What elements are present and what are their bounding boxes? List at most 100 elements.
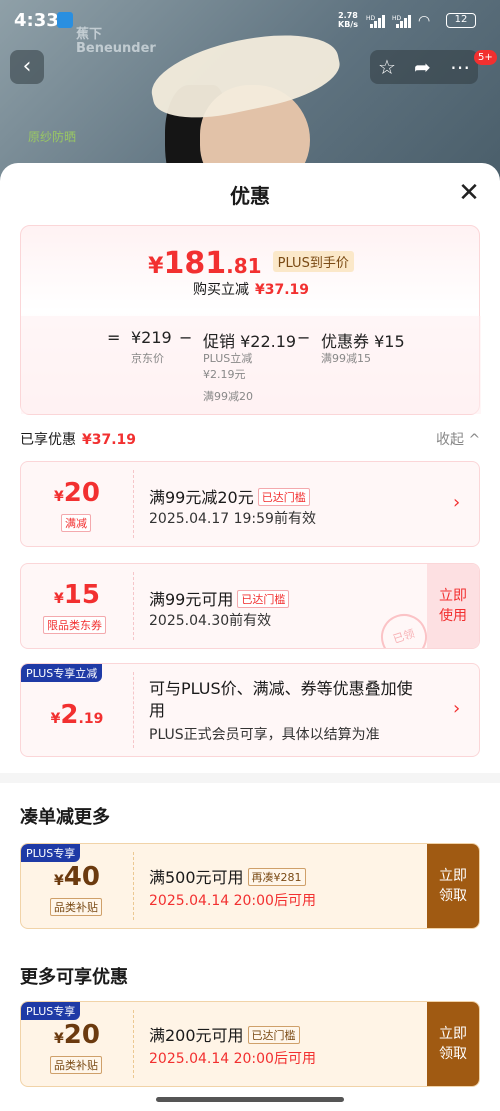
coupon-amount-area: ¥2.19 xyxy=(21,664,133,756)
coupon-divider xyxy=(133,672,134,748)
add-more-tag: 再凑¥281 xyxy=(247,868,306,886)
actions-bar: ☆ ➦ ⋯ xyxy=(370,50,478,84)
share-icon[interactable]: ➦ xyxy=(414,55,431,79)
coupon-description: PLUS正式会员可享，具体以结算为准 xyxy=(149,727,380,743)
claim-now-line1: 立即 xyxy=(439,868,467,884)
coupon-title: 满99元可用 已达门槛 xyxy=(149,586,290,610)
app-notification-icon xyxy=(57,12,73,28)
discount-sheet: 优惠 ✕ ¥181.81 PLUS到手价 购买立减 ¥37.19 = ¥219 京… xyxy=(0,163,500,1111)
coupon-type-tag: 满减 xyxy=(61,514,91,532)
coupon-amount-decimal: .19 xyxy=(78,711,104,727)
more-icon[interactable]: ⋯ xyxy=(450,55,470,79)
coupon-value: 优惠券 ¥15 xyxy=(321,332,405,351)
jd-price-value: ¥219 xyxy=(131,328,172,347)
section-title-extra: 更多可享优惠 xyxy=(20,967,128,988)
coupon-amount: ¥40 xyxy=(21,862,133,892)
chevron-right-icon: › xyxy=(453,698,461,719)
enjoyed-discount: 已享优惠 ¥37.19 xyxy=(20,429,136,449)
coupon-title: 满99元减20元 已达门槛 xyxy=(149,484,310,508)
coupon-divider xyxy=(133,470,134,538)
section-separator xyxy=(0,773,500,783)
coupon-title: 满500元可用 再凑¥281 xyxy=(149,864,306,888)
price-summary-card: ¥181.81 PLUS到手价 购买立减 ¥37.19 = ¥219 京东价 − … xyxy=(20,225,481,415)
network-speed-value: 2.78 xyxy=(338,11,358,20)
coupon-category: ¥15 限品类东券 满99元可用 已达门槛 2025.04.30前有效 已领 立即… xyxy=(20,563,480,649)
coupon-amount: ¥20 xyxy=(21,478,133,508)
coupon-title-text: 满99元减20元 xyxy=(149,488,254,507)
collapse-toggle[interactable]: 收起 ^ xyxy=(436,429,480,449)
home-indicator[interactable] xyxy=(156,1097,344,1102)
back-button[interactable]: ‹ xyxy=(10,50,44,84)
message-badge: 5+ xyxy=(474,50,497,65)
status-bar: 4:33 2.78 KB/s HD HD ◠ 12 xyxy=(0,0,500,42)
coupon-amount: ¥15 xyxy=(21,580,133,610)
coupon-title-line2: 用 xyxy=(149,701,166,720)
signal-icon-2: HD xyxy=(392,15,411,28)
wifi-icon: ◠ xyxy=(418,13,431,29)
buy-discount-row: 购买立减 ¥37.19 xyxy=(21,279,481,299)
coupon-amount-value: 2 xyxy=(60,700,79,730)
coupon-amount-area: ¥20 满减 xyxy=(21,462,133,546)
back-arrow-icon: ‹ xyxy=(22,54,32,79)
coupon-currency: ¥ xyxy=(54,489,64,505)
final-price: ¥181.81 PLUS到手价 xyxy=(21,246,481,281)
coupon-title-line1: 可与PLUS价、满减、券等优惠叠加使 xyxy=(149,679,413,698)
coupon-amount-area: ¥15 限品类东券 xyxy=(21,564,133,648)
star-icon[interactable]: ☆ xyxy=(378,55,396,79)
coupon-plus-reduction[interactable]: PLUS专享立减 ¥2.19 可与PLUS价、满减、券等优惠叠加使 用 PLUS… xyxy=(20,663,480,757)
coupon-amount: ¥2.19 xyxy=(21,700,133,730)
section-title-more: 凑单减更多 xyxy=(20,807,110,828)
price-formula: = ¥219 京东价 − 促销 ¥22.19 PLUS立减 ¥2.19元 满99… xyxy=(21,316,481,414)
close-icon: ✕ xyxy=(458,178,480,208)
network-speed-unit: KB/s xyxy=(338,20,358,29)
svg-text:HD: HD xyxy=(392,15,402,22)
promo-detail-1: PLUS立减 xyxy=(203,352,253,365)
chevron-right-icon: › xyxy=(453,492,461,513)
coupon-validity: 2025.04.14 20:00后可用 xyxy=(149,1051,316,1067)
buy-discount-amount: ¥37.19 xyxy=(254,282,310,298)
coupon-title-text: 满200元可用 xyxy=(149,1026,244,1045)
coupon-title: 可与PLUS价、满减、券等优惠叠加使 用 xyxy=(149,678,449,722)
use-now-button[interactable]: 立即 使用 xyxy=(427,564,479,648)
svg-text:HD: HD xyxy=(366,15,376,22)
coupon-divider xyxy=(133,1010,134,1078)
use-now-line2: 使用 xyxy=(439,608,467,624)
claim-now-line2: 领取 xyxy=(439,1046,467,1062)
network-speed: 2.78 KB/s xyxy=(338,11,358,29)
coupon-currency: ¥ xyxy=(54,873,64,889)
coupon-amount-value: 40 xyxy=(63,862,100,892)
coupon-type-tag: 限品类东券 xyxy=(43,616,106,634)
hero-tagline: 原纱防晒 xyxy=(28,130,77,144)
enjoyed-label: 已享优惠 xyxy=(20,432,76,448)
plus-category-coupon: PLUS专享 ¥40 品类补贴 满500元可用 再凑¥281 2025.04.14… xyxy=(20,843,480,929)
battery-icon: 12 xyxy=(446,13,476,28)
coupon-amount: ¥20 xyxy=(21,1020,133,1050)
coupon-currency: ¥ xyxy=(50,711,61,727)
formula-minus: − xyxy=(179,328,193,347)
coupon-currency: ¥ xyxy=(54,591,64,607)
price-decimal: .81 xyxy=(226,254,262,278)
coupon-full-reduction[interactable]: ¥20 满减 满99元减20元 已达门槛 2025.04.17 19:59前有效 … xyxy=(20,461,480,547)
threshold-reached-tag: 已达门槛 xyxy=(247,1026,300,1044)
signal-icon: HD xyxy=(366,15,385,28)
category-subsidy-tag: 品类补贴 xyxy=(50,1056,102,1074)
price-currency: ¥ xyxy=(148,254,164,279)
hero-brand-en: Beneunder xyxy=(76,41,156,56)
promo-value: 促销 ¥22.19 xyxy=(203,332,297,351)
claim-now-button[interactable]: 立即 领取 xyxy=(427,844,479,928)
coupon-divider xyxy=(133,852,134,920)
threshold-reached-tag: 已达门槛 xyxy=(257,488,310,506)
enjoyed-amount: ¥37.19 xyxy=(82,432,137,448)
status-time: 4:33 xyxy=(14,10,59,31)
claim-now-button[interactable]: 立即 领取 xyxy=(427,1002,479,1086)
coupon-title-text: 满99元可用 xyxy=(149,590,234,609)
coupon-amount-area: ¥40 品类补贴 xyxy=(21,844,133,928)
formula-equals: = xyxy=(107,328,121,347)
coupon-divider xyxy=(133,572,134,640)
coupon-validity: 2025.04.17 19:59前有效 xyxy=(149,511,316,527)
sheet-title: 优惠 xyxy=(230,184,270,208)
coupon-amount-area: ¥20 品类补贴 xyxy=(21,1002,133,1086)
jd-price-label: 京东价 xyxy=(131,352,164,365)
coupon-detail: 满99减15 xyxy=(321,352,371,365)
close-button[interactable]: ✕ xyxy=(456,178,482,208)
